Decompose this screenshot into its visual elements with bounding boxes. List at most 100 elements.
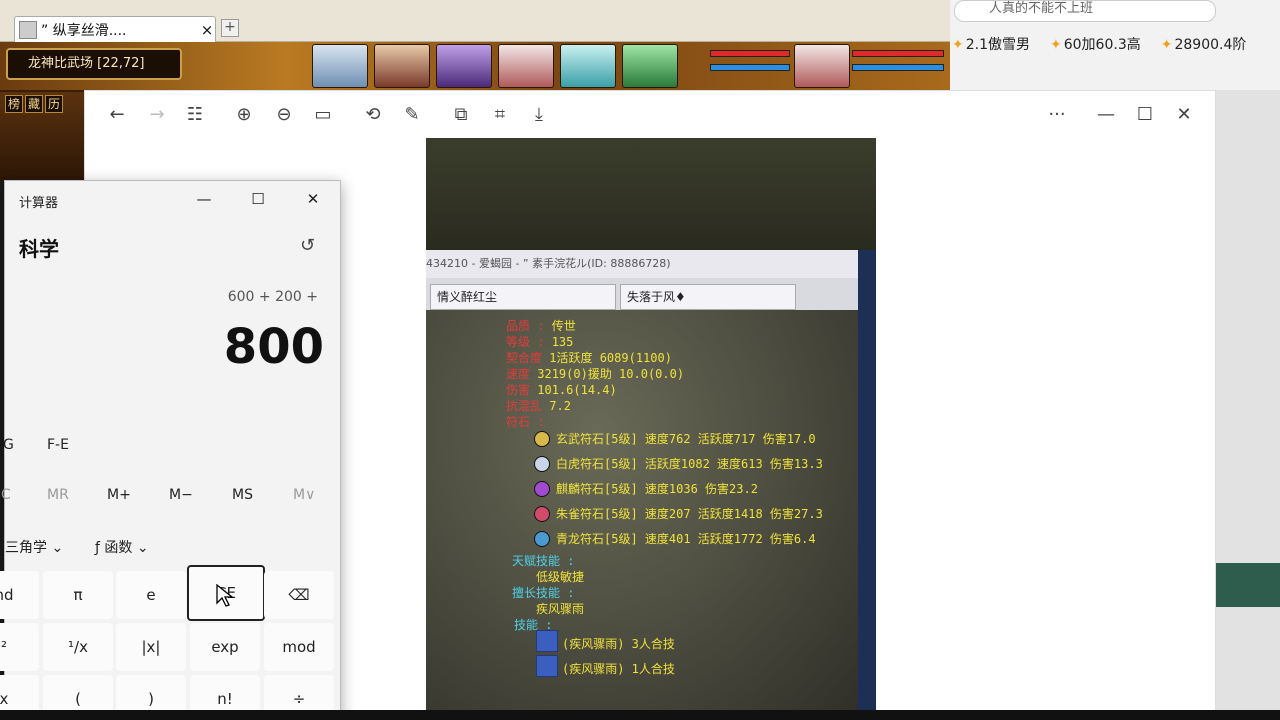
memory-recall-button[interactable]: MR [47, 487, 69, 503]
right-page-strip [1216, 90, 1280, 720]
stat-key: 品质 : [506, 319, 545, 333]
stat-value: 传世 [551, 319, 576, 333]
stat-key: 符石 : [506, 415, 545, 429]
more-options-icon[interactable]: ··· [1045, 103, 1069, 127]
stat-value: 101.6(14.4) [537, 383, 617, 397]
monitor-tab: 失落于风♦ [620, 284, 796, 310]
hot-link[interactable]: 60加60.3高 [1050, 34, 1141, 54]
monitor-tabs: 情义醉红尘 失落于风♦ [426, 278, 858, 310]
tab-close-icon[interactable]: × [199, 21, 215, 39]
history-button[interactable]: 历 [45, 95, 63, 113]
reciprocal-key[interactable]: ¹/x [43, 623, 113, 671]
gem-row: 白虎符石[5级] 活跃度1082 速度613 伤害13.3 [534, 455, 823, 472]
screen-bottom-edge [0, 710, 1280, 720]
right-link-row: 2.1傲雪男 60加60.3高 28900.4阶 [950, 34, 1280, 54]
abs-key[interactable]: |x| [116, 623, 186, 671]
character-portrait[interactable] [622, 44, 678, 88]
crop-icon[interactable]: ⌗ [488, 103, 512, 127]
character-portrait[interactable] [436, 44, 492, 88]
mod-key[interactable]: mod [264, 623, 334, 671]
stat-value: 135 [551, 335, 574, 349]
trig-menu[interactable]: 三角学 ⌄ [5, 537, 63, 557]
calc-display: 800 [223, 319, 324, 375]
hot-link[interactable]: 28900.4阶 [1161, 34, 1246, 54]
viewer-close-button[interactable]: ✕ [1172, 103, 1196, 127]
skill-text: (疾风骤雨) 1人合技 [562, 662, 675, 676]
gem-icon [534, 505, 550, 522]
pi-key[interactable]: π [43, 571, 113, 619]
character-portrait[interactable] [374, 44, 430, 88]
right-search-input[interactable]: 人真的不能不上班 [954, 0, 1216, 22]
mp-bar [710, 64, 790, 71]
viewer-toolbar: ← → ☷ ⊕ ⊖ ▭ ⟲ ✎ ⧉ ⌗ ⤓ ··· — ☐ ✕ [85, 91, 1215, 139]
calculator-title: 计算器 [19, 196, 59, 211]
character-portrait[interactable] [560, 44, 616, 88]
e-key[interactable]: e [116, 571, 186, 619]
rank-button[interactable]: 榜 [5, 95, 23, 113]
gem-text: 朱雀符石[5级] 速度207 活跃度1418 伤害27.3 [556, 507, 823, 521]
square-key[interactable]: ² [0, 623, 39, 671]
stat-key: 契合度 [506, 351, 543, 365]
fit-icon[interactable]: ▭ [311, 103, 335, 127]
tab-title: ” 纵享丝滑.... [41, 22, 127, 39]
backspace-key[interactable]: ⌫ [264, 571, 334, 619]
gem-icon [534, 530, 550, 547]
hp-bar [710, 50, 790, 57]
character-portrait[interactable] [312, 44, 368, 88]
function-menu[interactable]: ƒ 函数 ⌄ [95, 537, 149, 557]
memory-list-button[interactable]: M∨ [293, 487, 315, 503]
portrait-row [312, 44, 678, 88]
photo-wall-area [426, 138, 876, 250]
history-icon[interactable]: ↺ [300, 235, 315, 256]
collection-button[interactable]: 藏 [25, 95, 43, 113]
calculator-mode[interactable]: 科学 [19, 233, 59, 262]
stat-key: 抗混乱 [506, 399, 543, 413]
viewer-minimize-button[interactable]: — [1094, 103, 1118, 127]
calc-minimize-button[interactable]: — [189, 187, 219, 211]
calc-expression: 600 + 200 + [227, 289, 318, 305]
monitor-game-screen: 品质 : 传世 等级 : 135 契合度 1活跃度 6089(1100) 速度 … [426, 310, 858, 720]
mp-bar [852, 64, 944, 71]
gem-icon [534, 430, 550, 447]
stat-value: 3219(0)援助 10.0(0.0) [537, 367, 685, 381]
stat-value: 1活跃度 6089(1100) [549, 351, 672, 365]
memory-add-button[interactable]: M+ [107, 487, 131, 503]
game-browser-tab[interactable]: ” 纵享丝滑.... × [14, 16, 216, 42]
deg-button[interactable]: G [3, 437, 14, 453]
new-tab-button[interactable]: + [221, 19, 239, 37]
location-display: 龙神比武场 [22,72] [6, 48, 182, 80]
stat-key: 速度 [506, 367, 531, 381]
hot-link[interactable]: 2.1傲雪男 [952, 34, 1030, 54]
tab-favicon-icon [19, 20, 37, 39]
viewer-maximize-button[interactable]: ☐ [1133, 103, 1157, 127]
exp-key[interactable]: exp [190, 623, 260, 671]
photo-image: 434210 - 爱蝎园 - ” 素手浣花ル(ID: 88886728) 情义醉… [426, 138, 876, 720]
calc-maximize-button[interactable]: ☐ [243, 187, 273, 211]
rotate-icon[interactable]: ⟲ [361, 103, 385, 127]
edit-icon[interactable]: ✎ [400, 103, 424, 127]
zoom-out-icon[interactable]: ⊖ [272, 103, 296, 127]
special-skill-label: 擅长技能 : [512, 586, 575, 600]
grid-icon[interactable]: ☷ [183, 103, 207, 127]
gem-text: 白虎符石[5级] 活跃度1082 速度613 伤害13.3 [556, 457, 823, 471]
calculator-window: 计算器 — ☐ ✕ 科学 ↺ 600 + 200 + 800 G F-E C M… [0, 180, 341, 720]
memory-subtract-button[interactable]: M− [169, 487, 193, 503]
character-portrait[interactable] [794, 44, 850, 88]
talent-label: 天赋技能 : [512, 554, 575, 568]
fe-button[interactable]: F-E [47, 437, 69, 453]
game-browser-tabbar: ” 纵享丝滑.... × + [0, 0, 950, 42]
character-portrait[interactable] [498, 44, 554, 88]
second-key[interactable]: nd [0, 571, 39, 619]
save-icon[interactable]: ⤓ [527, 103, 551, 127]
gem-icon [534, 455, 550, 472]
zoom-in-icon[interactable]: ⊕ [232, 103, 256, 127]
memory-store-button[interactable]: MS [232, 487, 253, 503]
back-arrow-icon[interactable]: ← [105, 103, 129, 127]
gem-row: 麒麟符石[5级] 速度1036 伤害23.2 [534, 480, 758, 497]
mouse-cursor-icon [216, 584, 234, 607]
forward-arrow-icon[interactable]: → [145, 103, 169, 127]
calc-close-button[interactable]: ✕ [298, 187, 328, 211]
gem-text: 玄武符石[5级] 速度762 活跃度717 伤害17.0 [556, 432, 816, 446]
memory-clear-button[interactable]: C [1, 487, 11, 503]
copy-icon[interactable]: ⧉ [449, 103, 473, 127]
